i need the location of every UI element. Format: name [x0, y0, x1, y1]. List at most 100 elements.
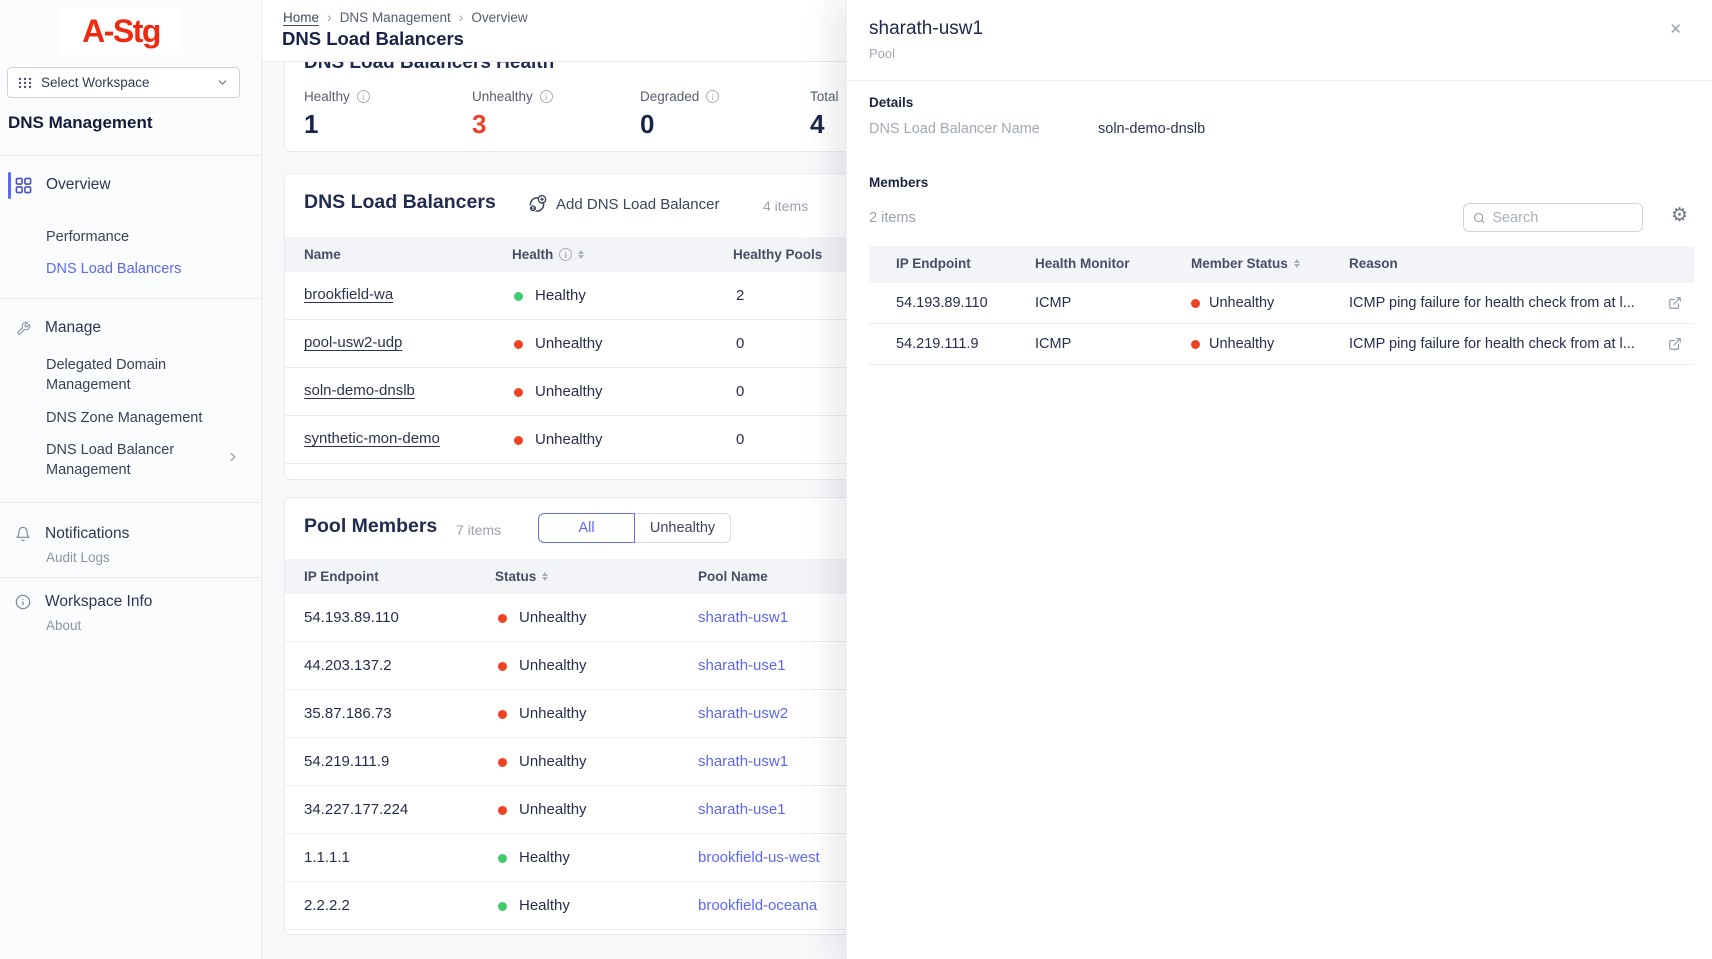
lb-name-link[interactable]: pool-usw2-udp — [304, 334, 402, 351]
ip-endpoint: 54.193.89.110 — [896, 295, 988, 311]
sidebar-item-dns-load-balancers[interactable]: DNS Load Balancers — [46, 259, 181, 279]
sort-icon[interactable] — [578, 250, 584, 259]
sidebar-item-workspace-info[interactable]: Workspace Info — [15, 588, 152, 616]
pool-name-link[interactable]: sharath-usw2 — [698, 705, 788, 722]
ip-endpoint: 1.1.1.1 — [304, 849, 350, 866]
status-dot — [498, 710, 507, 719]
column-header-pool-name[interactable]: Pool Name — [698, 569, 768, 584]
info-icon[interactable]: i — [559, 248, 572, 261]
health-status-dot — [514, 292, 523, 301]
pool-name-link[interactable]: sharath-usw1 — [698, 609, 788, 626]
table-row[interactable]: 54.219.111.9 ICMP Unhealthy ICMP ping fa… — [869, 324, 1694, 365]
stat-total-value: 4 — [810, 109, 839, 140]
sidebar-item-label: Manage — [45, 319, 101, 337]
pool-detail-panel: sharath-usw1 Pool ✕ Details DNS Load Bal… — [846, 0, 1712, 959]
column-header-member-status[interactable]: Member Status — [1191, 256, 1300, 271]
divider — [0, 502, 262, 503]
sidebar-item-dns-load-balancer-management[interactable]: DNS Load Balancer Management — [46, 440, 206, 480]
ip-endpoint: 35.87.186.73 — [304, 705, 392, 722]
chevron-right-icon[interactable] — [226, 450, 240, 464]
app-logo-text: A-Stg — [82, 13, 160, 50]
healthy-pools-count: 2 — [736, 287, 744, 304]
external-link-icon[interactable] — [1668, 337, 1682, 351]
info-icon[interactable]: i — [540, 90, 553, 103]
ip-endpoint: 54.193.89.110 — [304, 609, 399, 626]
workspace-selector-label: Select Workspace — [41, 75, 150, 90]
lb-name-link[interactable]: soln-demo-dnslb — [304, 382, 415, 399]
column-header-health[interactable]: Health i — [512, 247, 584, 262]
sidebar-item-dns-zone-management[interactable]: DNS Zone Management — [46, 408, 202, 428]
column-header-reason[interactable]: Reason — [1349, 256, 1398, 271]
column-header-health-monitor[interactable]: Health Monitor — [1035, 256, 1130, 271]
health-status-text: Unhealthy — [535, 431, 603, 448]
status-filter-tabs: All Unhealthy — [538, 513, 731, 543]
breadcrumb-dns-management[interactable]: DNS Management — [340, 10, 451, 25]
stat-degraded: Degradedi 0 — [640, 89, 719, 140]
reason-text: ICMP ping failure for health check from … — [1349, 336, 1635, 352]
sidebar-item-audit-logs[interactable]: Audit Logs — [46, 548, 110, 568]
stat-healthy: Healthyi 1 — [304, 89, 370, 140]
column-header-healthy-pools[interactable]: Healthy Pools — [733, 247, 822, 262]
search-input[interactable] — [1492, 210, 1633, 226]
app-logo[interactable]: A-Stg — [60, 8, 182, 54]
column-header-status[interactable]: Status — [495, 569, 548, 584]
external-link-icon[interactable] — [1668, 296, 1682, 310]
pool-name-link[interactable]: brookfield-oceana — [698, 897, 817, 914]
workspace-selector[interactable]: Select Workspace — [7, 67, 240, 98]
ip-endpoint: 2.2.2.2 — [304, 897, 350, 914]
lb-card-title: DNS Load Balancers — [304, 191, 496, 214]
pool-name-link[interactable]: sharath-usw1 — [698, 753, 788, 770]
sort-icon[interactable] — [1294, 259, 1300, 268]
status-dot — [498, 614, 507, 623]
sidebar-item-label: Overview — [46, 176, 111, 194]
member-status: Unhealthy — [1191, 336, 1274, 352]
add-load-balancer-icon: 8 — [527, 194, 547, 214]
health-monitor: ICMP — [1035, 295, 1071, 311]
page-title: DNS Load Balancers — [282, 28, 464, 50]
overview-grid-icon — [15, 177, 32, 194]
sidebar-item-label: Notifications — [45, 525, 129, 543]
stat-healthy-value: 1 — [304, 109, 370, 140]
stat-unhealthy: Unhealthyi 3 — [472, 89, 553, 140]
reason-text: ICMP ping failure for health check from … — [1349, 295, 1635, 311]
tab-all[interactable]: All — [538, 513, 635, 543]
status-dot — [498, 662, 507, 671]
pool-name-link[interactable]: brookfield-us-west — [698, 849, 820, 866]
divider — [0, 577, 262, 578]
members-items-count: 2 items — [869, 210, 916, 226]
search-icon — [1473, 211, 1485, 225]
status-text: Unhealthy — [519, 753, 587, 770]
info-icon[interactable]: i — [706, 90, 719, 103]
table-row[interactable]: 54.193.89.110 ICMP Unhealthy ICMP ping f… — [869, 283, 1694, 324]
healthy-pools-count: 0 — [736, 335, 744, 352]
add-dns-load-balancer-button[interactable]: 8 Add DNS Load Balancer — [527, 194, 719, 214]
gear-icon[interactable]: ⚙ — [1671, 206, 1688, 225]
breadcrumb-overview[interactable]: Overview — [471, 10, 527, 25]
pool-name-link[interactable]: sharath-use1 — [698, 657, 786, 674]
column-header-ip-endpoint[interactable]: IP Endpoint — [304, 569, 379, 584]
sidebar-item-manage[interactable]: Manage — [16, 314, 101, 342]
breadcrumb: Home › DNS Management › Overview — [283, 9, 528, 25]
sidebar-item-notifications[interactable]: Notifications — [15, 520, 129, 548]
lb-name-link[interactable]: brookfield-wa — [304, 286, 393, 303]
sidebar-item-about[interactable]: About — [46, 616, 81, 636]
status-dot — [1191, 340, 1200, 349]
ip-endpoint: 54.219.111.9 — [896, 336, 979, 352]
lb-name-link[interactable]: synthetic-mon-demo — [304, 430, 440, 447]
member-search — [1463, 203, 1643, 232]
pool-name-link[interactable]: sharath-use1 — [698, 801, 786, 818]
breadcrumb-home[interactable]: Home — [283, 10, 319, 25]
close-icon[interactable]: ✕ — [1669, 20, 1682, 38]
health-status-dot — [514, 388, 523, 397]
sidebar-item-delegated-domain-management[interactable]: Delegated Domain Management — [46, 355, 211, 395]
chevron-down-icon — [216, 76, 229, 89]
health-status-dot — [514, 436, 523, 445]
info-icon[interactable]: i — [357, 90, 370, 103]
column-header-name[interactable]: Name — [304, 247, 341, 262]
tab-unhealthy[interactable]: Unhealthy — [634, 513, 731, 543]
sidebar-item-performance[interactable]: Performance — [46, 227, 129, 247]
column-header-ip-endpoint[interactable]: IP Endpoint — [896, 256, 971, 271]
sidebar-item-overview[interactable]: Overview — [15, 170, 111, 200]
sort-icon[interactable] — [542, 572, 548, 581]
status-text: Healthy — [519, 849, 570, 866]
